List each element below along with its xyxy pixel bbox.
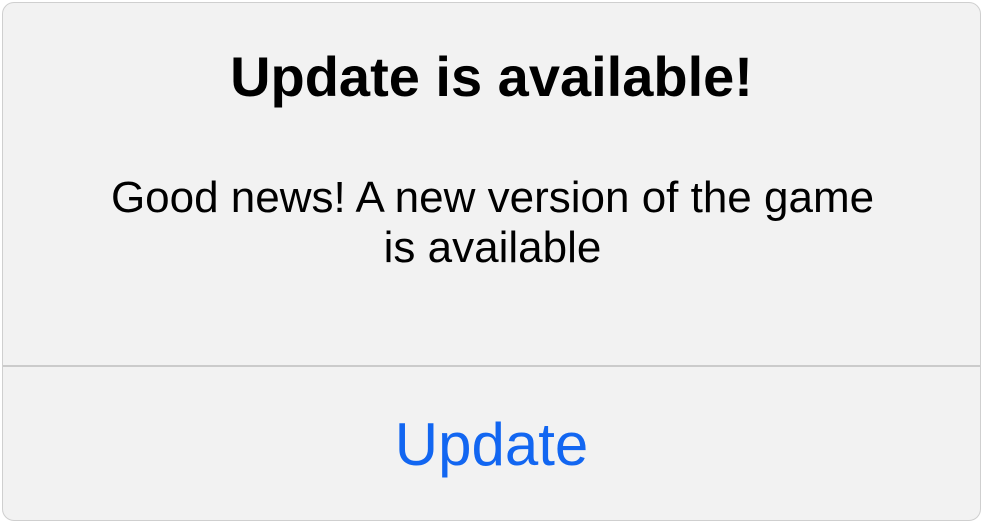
update-button[interactable]: Update <box>3 367 980 520</box>
dialog-title: Update is available! <box>230 45 753 108</box>
dialog-message: Good news! A new version of the game is … <box>110 173 875 272</box>
update-dialog: Update is available! Good news! A new ve… <box>2 2 981 521</box>
